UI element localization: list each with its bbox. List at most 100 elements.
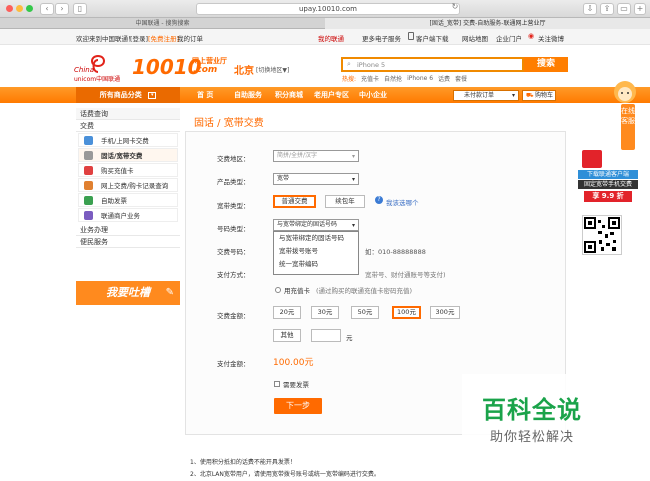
complain-banner[interactable]: 我要吐槽 ✎ [76, 281, 180, 305]
nav-old-user[interactable]: 老用户专区 [314, 87, 349, 103]
amount-label: 交费金额： [217, 312, 250, 320]
broadband-annual-option[interactable]: 续包年 [325, 195, 365, 208]
my-unicom-link[interactable]: 我的联通 [318, 33, 344, 43]
sidebar-item-invoice[interactable]: 自助发票 [78, 193, 178, 207]
sidebar-item-buy-card[interactable]: 购买充值卡 [78, 163, 178, 177]
unpaid-orders-dropdown[interactable]: 未付款订单 ▾ [453, 90, 519, 101]
chevron-down-icon: ▾ [351, 153, 355, 160]
client-download-link[interactable]: 客户端下载 [416, 33, 449, 43]
forward-button[interactable]: › [55, 3, 69, 15]
search-input[interactable]: ⌕ iPhone 5 [341, 57, 524, 72]
dropdown-option[interactable]: 宽带拨号账号 [274, 245, 358, 258]
logo-com: .com [193, 65, 218, 75]
card-icon [84, 166, 93, 175]
broadband-normal-pay-option[interactable]: 普通交费 [273, 195, 316, 208]
sidebar-item-merchant[interactable]: 联通商户业务 [78, 208, 178, 222]
hot-word[interactable]: 套餐 [455, 74, 467, 83]
amount-30-button[interactable]: 30元 [311, 306, 339, 319]
broadband-type-label: 宽带类型： [217, 202, 250, 210]
nav-points-mall[interactable]: 积分商城 [275, 87, 303, 103]
sidebar-section-business[interactable]: 业务办理 [76, 224, 180, 236]
product-type-value: 宽带 [277, 175, 290, 182]
notes: 1、使用积分抵扣的话费不能开具发票！ 2、北京LAN宽带用户，请使用宽带拨号账号… [190, 457, 380, 481]
pay-total-label: 支付金额： [217, 360, 250, 368]
watermark-subtitle: 助你轻松解决 [490, 430, 575, 445]
hot-word[interactable]: 自然抢 [384, 74, 402, 83]
recharge-card-radio[interactable] [275, 287, 281, 293]
tab-unicom-pay[interactable]: [固话_宽带] 交费-自助服务-联通网上营业厅 [325, 18, 650, 29]
phone-icon [408, 32, 414, 40]
hot-word[interactable]: 充值卡 [361, 74, 379, 83]
invoice-checkbox[interactable] [274, 381, 280, 387]
area-select[interactable]: 简拼/全拼/汉字 ▾ [273, 150, 359, 162]
sidebar-toggle-icon[interactable]: ▯ [73, 3, 87, 15]
cart-icon: ⛟ [526, 92, 534, 99]
url-bar[interactable]: upay.10010.com [196, 3, 460, 15]
share-icon[interactable]: ⇪ [600, 3, 614, 15]
product-type-select[interactable]: 宽带 ▾ [273, 173, 359, 185]
note-item: 1、使用积分抵扣的话费不能开具发票！ [190, 459, 296, 466]
minimize-window-icon[interactable] [16, 5, 23, 12]
all-categories-label: 所有商品分类 [99, 91, 142, 99]
logo-unicom-text: unicom中国联通 [74, 76, 121, 83]
weibo-link[interactable]: 关注微博 [538, 33, 564, 43]
nav-sme[interactable]: 中小企业 [359, 87, 387, 103]
browser-toolbar: ‹ › ▯ upay.10010.com ↻ ⇩ ⇪ ▭ + [0, 0, 650, 18]
main-nav: 所有商品分类 ▾ 首 页 自助服务 积分商城 老用户专区 中小企业 未付款订单 … [0, 87, 650, 103]
pay-method-label: 支付方式： [217, 271, 250, 279]
reload-icon[interactable]: ↻ [448, 2, 462, 14]
promo-line3: 享 9.9 折 [584, 191, 632, 202]
sidebar-section-convenience[interactable]: 便民服务 [76, 236, 180, 248]
invoice-icon [84, 196, 93, 205]
next-step-button[interactable]: 下一步 [274, 398, 322, 414]
amount-100-button[interactable]: 100元 [392, 306, 421, 319]
number-type-select[interactable]: 与宽带绑定的固话号码 ▾ [273, 219, 359, 231]
search-button[interactable]: 搜索 [524, 57, 568, 72]
close-window-icon[interactable] [6, 5, 13, 12]
invoice-option[interactable]: 需要发票 [274, 379, 309, 389]
sidebar-section-pay[interactable]: 交费 [76, 120, 180, 132]
merchant-icon [84, 211, 93, 220]
login-link[interactable]: [登录] [130, 33, 148, 43]
amount-300-button[interactable]: 300元 [430, 306, 460, 319]
new-tab-icon[interactable]: + [634, 3, 646, 15]
pencil-icon: ✎ [165, 287, 174, 298]
register-link[interactable]: [免费注册] [148, 33, 179, 43]
promo-line2: 固定宽带手机交费 [578, 180, 638, 189]
tabs-overview-icon[interactable]: ▭ [617, 3, 631, 15]
my-order-link[interactable]: 我的订单 [177, 33, 203, 43]
downloads-icon[interactable]: ⇩ [583, 3, 597, 15]
nav-home[interactable]: 首 页 [197, 87, 213, 103]
sidebar-item-fixed-broadband-pay[interactable]: 固话/宽带交费 [78, 148, 178, 162]
zoom-window-icon[interactable] [26, 5, 33, 12]
hot-word[interactable]: iPhone 6 [407, 75, 433, 82]
amount-50-button[interactable]: 50元 [351, 306, 379, 319]
online-service-widget[interactable]: 在线客服 [601, 76, 641, 151]
sidebar-section-bill-query[interactable]: 话费查询 [76, 108, 180, 120]
back-button[interactable]: ‹ [40, 3, 54, 15]
recharge-card-option[interactable]: 用充值卡 (通过购买的联通充值卡密码充值) [275, 285, 412, 295]
which-one-link[interactable]: 我该选哪个 [386, 197, 419, 207]
invoice-label: 需要发票 [283, 381, 309, 389]
switch-city-link[interactable]: [切换地区▼] [256, 65, 289, 74]
hot-search-label: 热搜: [342, 76, 357, 83]
all-categories-menu[interactable]: 所有商品分类 ▾ [76, 87, 180, 103]
more-e-service-link[interactable]: 更多电子服务 [362, 33, 401, 43]
tab-sogou[interactable]: 中国联通 - 搜狗搜索 [0, 18, 325, 29]
sidebar-item-label: 联通商户业务 [101, 212, 140, 220]
dropdown-option[interactable]: 与宽带绑定的固话号码 [274, 232, 358, 245]
sidebar-item-records[interactable]: 网上交费/购卡记录查询 [78, 178, 178, 192]
hot-word[interactable]: 话费 [438, 74, 450, 83]
app-promo-banner[interactable]: 下载联通客户端 固定宽带手机交费 享 9.9 折 [578, 150, 638, 212]
cart-button[interactable]: ⛟ 购物车 [522, 90, 556, 101]
nav-self-service[interactable]: 自助服务 [234, 87, 262, 103]
site-map-link[interactable]: 网站地图 [462, 33, 488, 43]
other-amount-input[interactable] [311, 329, 341, 342]
amount-20-button[interactable]: 20元 [273, 306, 301, 319]
sidebar-item-mobile-pay[interactable]: 手机/上网卡交费 [78, 133, 178, 147]
help-icon[interactable]: ? [375, 196, 383, 204]
amount-other-button[interactable]: 其他 [273, 329, 301, 342]
enterprise-portal-link[interactable]: 企业门户 [496, 33, 522, 43]
dropdown-option[interactable]: 统一宽带编码 [274, 258, 358, 271]
watermark: 百科全说 助你轻松解决 [462, 374, 632, 478]
